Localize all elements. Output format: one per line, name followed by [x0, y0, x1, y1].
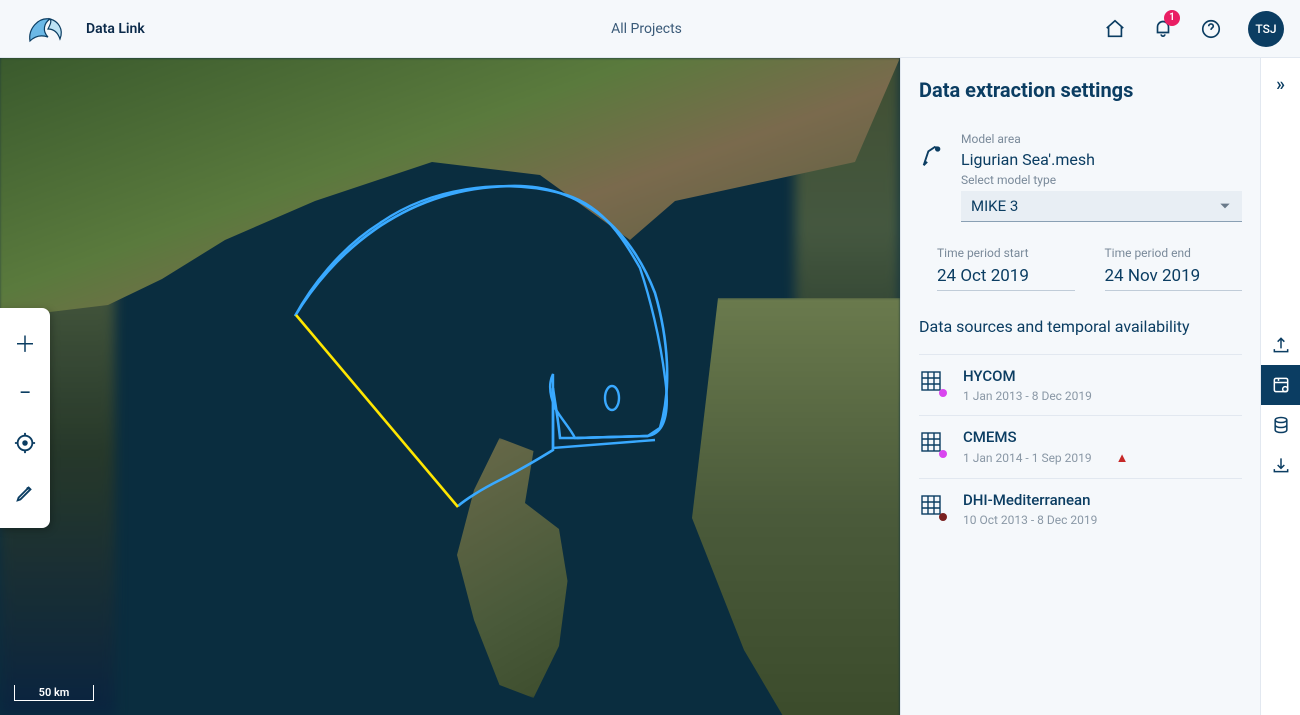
- draw-area-icon: [919, 142, 947, 170]
- data-source-range: 1 Jan 2014 - 1 Sep 2019▲: [963, 450, 1129, 466]
- model-area-label: Model area: [961, 132, 1242, 146]
- model-type-select[interactable]: MIKE 3: [961, 191, 1242, 222]
- data-source-range: 1 Jan 2013 - 8 Dec 2019: [963, 389, 1092, 403]
- app-header: Data Link All Projects 1 TSJ: [0, 0, 1300, 58]
- extraction-settings-button[interactable]: [1261, 365, 1300, 405]
- data-source-name: DHI-Mediterranean: [963, 491, 1097, 509]
- locate-button[interactable]: [0, 418, 50, 468]
- collapse-panel-button[interactable]: »: [1276, 74, 1285, 95]
- period-start-label: Time period start: [937, 246, 1075, 260]
- period-end-label: Time period end: [1105, 246, 1243, 260]
- model-area-block: Model area Ligurian Sea'.mesh Select mod…: [919, 132, 1242, 222]
- zoom-in-button[interactable]: ＋: [0, 318, 50, 368]
- app-name: Data Link: [86, 21, 145, 37]
- download-button[interactable]: [1261, 445, 1300, 485]
- model-type-label: Select model type: [961, 173, 1242, 187]
- warning-icon: ▲: [1116, 451, 1129, 466]
- notifications-button[interactable]: 1: [1152, 16, 1174, 42]
- map-terrain: [0, 58, 900, 715]
- data-sources-list: HYCOM 1 Jan 2013 - 8 Dec 2019 CMEMS 1 Jan 2…: [919, 354, 1242, 539]
- help-icon[interactable]: [1200, 18, 1222, 40]
- header-actions: 1 TSJ: [1104, 11, 1284, 47]
- user-avatar[interactable]: TSJ: [1248, 11, 1284, 47]
- panel-title: Data extraction settings: [919, 78, 1242, 102]
- data-source-item[interactable]: CMEMS 1 Jan 2014 - 1 Sep 2019▲: [919, 415, 1242, 478]
- settings-panel: Data extraction settings Model area Ligu…: [900, 58, 1260, 715]
- chevron-down-icon: [1218, 199, 1232, 213]
- map-controls: ＋ −: [0, 308, 50, 528]
- projects-link[interactable]: All Projects: [189, 21, 1104, 37]
- data-source-name: HYCOM: [963, 367, 1092, 385]
- map-scale: 50 km: [14, 685, 94, 701]
- logo-area: Data Link: [24, 11, 189, 47]
- data-source-item[interactable]: DHI-Mediterranean 10 Oct 2013 - 8 Dec 201…: [919, 478, 1242, 539]
- main-area: ＋ − 50 km Data extraction settings Model…: [0, 58, 1300, 715]
- right-rail: »: [1260, 58, 1300, 715]
- period-start-input[interactable]: 24 Oct 2019: [937, 262, 1075, 291]
- data-source-range: 10 Oct 2013 - 8 Dec 2019: [963, 513, 1097, 527]
- model-area-value: Ligurian Sea'.mesh: [961, 148, 1242, 173]
- grid-icon: [919, 430, 945, 456]
- home-icon[interactable]: [1104, 18, 1126, 40]
- upload-button[interactable]: [1261, 325, 1300, 365]
- app-logo-icon: [24, 11, 68, 47]
- notification-badge: 1: [1164, 10, 1180, 26]
- edit-button[interactable]: [0, 468, 50, 518]
- data-sources-title: Data sources and temporal availability: [919, 317, 1242, 336]
- period-end-input[interactable]: 24 Nov 2019: [1105, 262, 1243, 291]
- map-viewport[interactable]: ＋ − 50 km: [0, 58, 900, 715]
- time-period-row: Time period start 24 Oct 2019 Time perio…: [937, 246, 1242, 291]
- data-source-name: CMEMS: [963, 428, 1129, 446]
- data-source-item[interactable]: HYCOM 1 Jan 2013 - 8 Dec 2019: [919, 354, 1242, 415]
- model-type-value: MIKE 3: [971, 197, 1018, 215]
- grid-icon: [919, 493, 945, 519]
- database-button[interactable]: [1261, 405, 1300, 445]
- zoom-out-button[interactable]: −: [0, 368, 50, 418]
- grid-icon: [919, 369, 945, 395]
